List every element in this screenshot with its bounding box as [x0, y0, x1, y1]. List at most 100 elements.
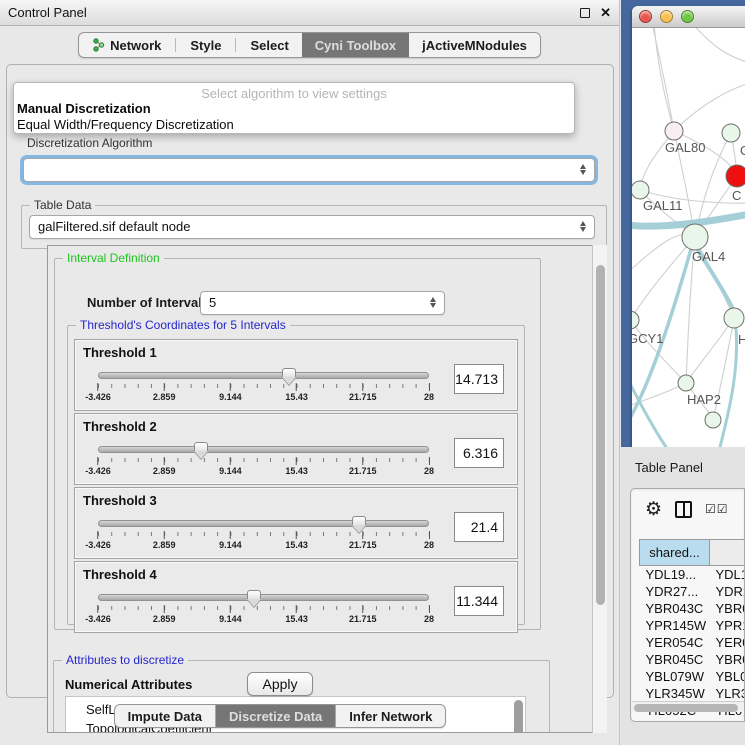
node-gal80[interactable]: [665, 122, 683, 140]
float-window-icon[interactable]: [580, 8, 590, 18]
node-bottom-partial[interactable]: [705, 412, 721, 428]
scrollbar-thumb[interactable]: [634, 704, 738, 712]
algorithm-group-title: Discretization Algorithm: [27, 136, 152, 150]
node-label-hap2: HAP2: [687, 392, 721, 407]
table-cell[interactable]: YDL19...: [640, 566, 710, 583]
number-of-intervals-value: 5: [209, 295, 216, 310]
table-row[interactable]: YPR145WYPR1: [640, 617, 745, 634]
table-cell[interactable]: YPR1: [710, 617, 745, 634]
table-cell[interactable]: YDR27...: [640, 583, 710, 600]
table-cell[interactable]: YPR145W: [640, 617, 710, 634]
minimize-traffic-light[interactable]: [660, 10, 673, 23]
tab-network[interactable]: Network: [79, 33, 174, 57]
tab-jactivemnodules[interactable]: jActiveMNodules: [409, 33, 540, 57]
table-row[interactable]: YER054CYER0: [640, 634, 745, 651]
threshold-slider[interactable]: -3.4262.8599.14415.4321.71528: [98, 520, 429, 554]
table-row[interactable]: YBR045CYBR0: [640, 651, 745, 668]
threshold-value-field[interactable]: 11.344: [454, 586, 504, 616]
node-label-gal11: GAL11: [643, 198, 683, 213]
slider-ruler: -3.4262.8599.14415.4321.71528: [98, 605, 429, 627]
table-cell[interactable]: YDL1: [710, 566, 745, 583]
node-gal4[interactable]: [682, 224, 708, 250]
node-table: shared...na... YDL19...YDL1YDR27...YDR2Y…: [639, 539, 745, 719]
node-h[interactable]: [724, 308, 744, 328]
tab-cyni-toolbox[interactable]: Cyni Toolbox: [302, 33, 409, 57]
threshold-label: Threshold 2: [83, 419, 157, 434]
table-row[interactable]: YBR043CYBR0: [640, 600, 745, 617]
table-row[interactable]: YLR345WYLR3: [640, 685, 745, 702]
slider-track[interactable]: [98, 446, 429, 453]
table-cell[interactable]: YBR0: [710, 600, 745, 617]
algorithm-combo[interactable]: [23, 158, 595, 182]
settings-vertical-scrollbar[interactable]: [592, 245, 607, 733]
bottom-tab-discretize-data[interactable]: Discretize Data: [216, 705, 336, 727]
threshold-label: Threshold 4: [83, 567, 157, 582]
table-cell[interactable]: YBL079W: [640, 668, 710, 685]
gear-icon[interactable]: ⚙: [645, 500, 662, 519]
table-cell[interactable]: YLR3: [710, 685, 745, 702]
slider-track[interactable]: [98, 594, 429, 601]
split-columns-icon[interactable]: [675, 501, 692, 518]
apply-button[interactable]: Apply: [247, 672, 313, 696]
bottom-tab-infer-network[interactable]: Infer Network: [336, 705, 445, 727]
network-icon: [92, 38, 105, 52]
close-icon[interactable]: ✕: [600, 6, 611, 19]
network-canvas[interactable]: GAL80 G. C GAL11 GAL4 GCY1 H HAP2: [632, 28, 745, 447]
threshold-slider[interactable]: -3.4262.8599.14415.4321.71528: [98, 446, 429, 480]
threshold-label: Threshold 3: [83, 493, 157, 508]
bottom-tab-impute-data[interactable]: Impute Data: [115, 705, 216, 727]
table-cell[interactable]: YLR345W: [640, 685, 710, 702]
table-row[interactable]: YBL079WYBL0: [640, 668, 745, 685]
threshold-slider[interactable]: -3.4262.8599.14415.4321.71528: [98, 372, 429, 406]
popup-option-equal-width-frequency[interactable]: Equal Width/Frequency Discretization: [14, 117, 574, 133]
table-panel: ⚙ ☑☑ shared...na... YDL19...YDL1YDR27...…: [630, 488, 745, 722]
threshold-slider[interactable]: -3.4262.8599.14415.4321.71528: [98, 594, 429, 628]
node-hap2[interactable]: [678, 375, 694, 391]
table-cell[interactable]: YER0: [710, 634, 745, 651]
tab-style[interactable]: Style: [177, 33, 234, 57]
threshold-label: Threshold 1: [83, 345, 157, 360]
table-cell[interactable]: YBR045C: [640, 651, 710, 668]
tab-select[interactable]: Select: [237, 33, 301, 57]
node-top-right[interactable]: [722, 124, 740, 142]
node-gal11[interactable]: [632, 181, 649, 199]
tick-label: 21.715: [349, 531, 377, 550]
top-tab-row: NetworkStyleSelectCyni ToolboxjActiveMNo…: [0, 26, 619, 64]
node-red-selected[interactable]: [726, 165, 745, 187]
column-header[interactable]: shared...: [640, 540, 710, 566]
table-row[interactable]: YDR27...YDR2: [640, 583, 745, 600]
number-of-intervals-combo[interactable]: 5: [200, 291, 445, 315]
column-header[interactable]: na...: [710, 540, 745, 566]
algorithm-popup-hint: Select algorithm to view settings: [14, 86, 574, 101]
tick-label: -3.426: [85, 605, 111, 624]
node-gcy1[interactable]: [632, 311, 639, 329]
slider-ruler: -3.4262.8599.14415.4321.71528: [98, 383, 429, 405]
threshold-value-field[interactable]: 21.4: [454, 512, 504, 542]
slider-track[interactable]: [98, 372, 429, 379]
table-data-combo[interactable]: galFiltered.sif default node: [29, 215, 595, 239]
tick-label: 28: [424, 457, 434, 476]
table-horizontal-scrollbar[interactable]: [632, 701, 745, 712]
interval-definition-group: Interval Definition Number of Intervals …: [54, 258, 541, 630]
table-cell[interactable]: YDR2: [710, 583, 745, 600]
slider-track[interactable]: [98, 520, 429, 527]
table-cell[interactable]: YBL0: [710, 668, 745, 685]
popup-option-manual-discretization[interactable]: Manual Discretization: [14, 101, 574, 117]
network-window-titlebar[interactable]: [632, 6, 745, 28]
scrollbar-thumb[interactable]: [596, 265, 605, 605]
table-cell[interactable]: YER054C: [640, 634, 710, 651]
table-cell[interactable]: YBR0: [710, 651, 745, 668]
table-cell[interactable]: YBR043C: [640, 600, 710, 617]
close-traffic-light[interactable]: [639, 10, 652, 23]
tick-label: -3.426: [85, 457, 111, 476]
node-label-partial-g: G.: [740, 143, 745, 158]
threshold-value-field[interactable]: 14.713: [454, 364, 504, 394]
table-row[interactable]: YDL19...YDL1: [640, 566, 745, 583]
threshold-value-field[interactable]: 6.316: [454, 438, 504, 468]
node-label-partial-c: C: [732, 188, 741, 203]
zoom-traffic-light[interactable]: [681, 10, 694, 23]
bottom-tab-label: Discretize Data: [229, 709, 322, 724]
node-label-gal4: GAL4: [692, 249, 725, 264]
checkbox-icons[interactable]: ☑☑: [705, 503, 729, 515]
tick-label: 28: [424, 531, 434, 550]
